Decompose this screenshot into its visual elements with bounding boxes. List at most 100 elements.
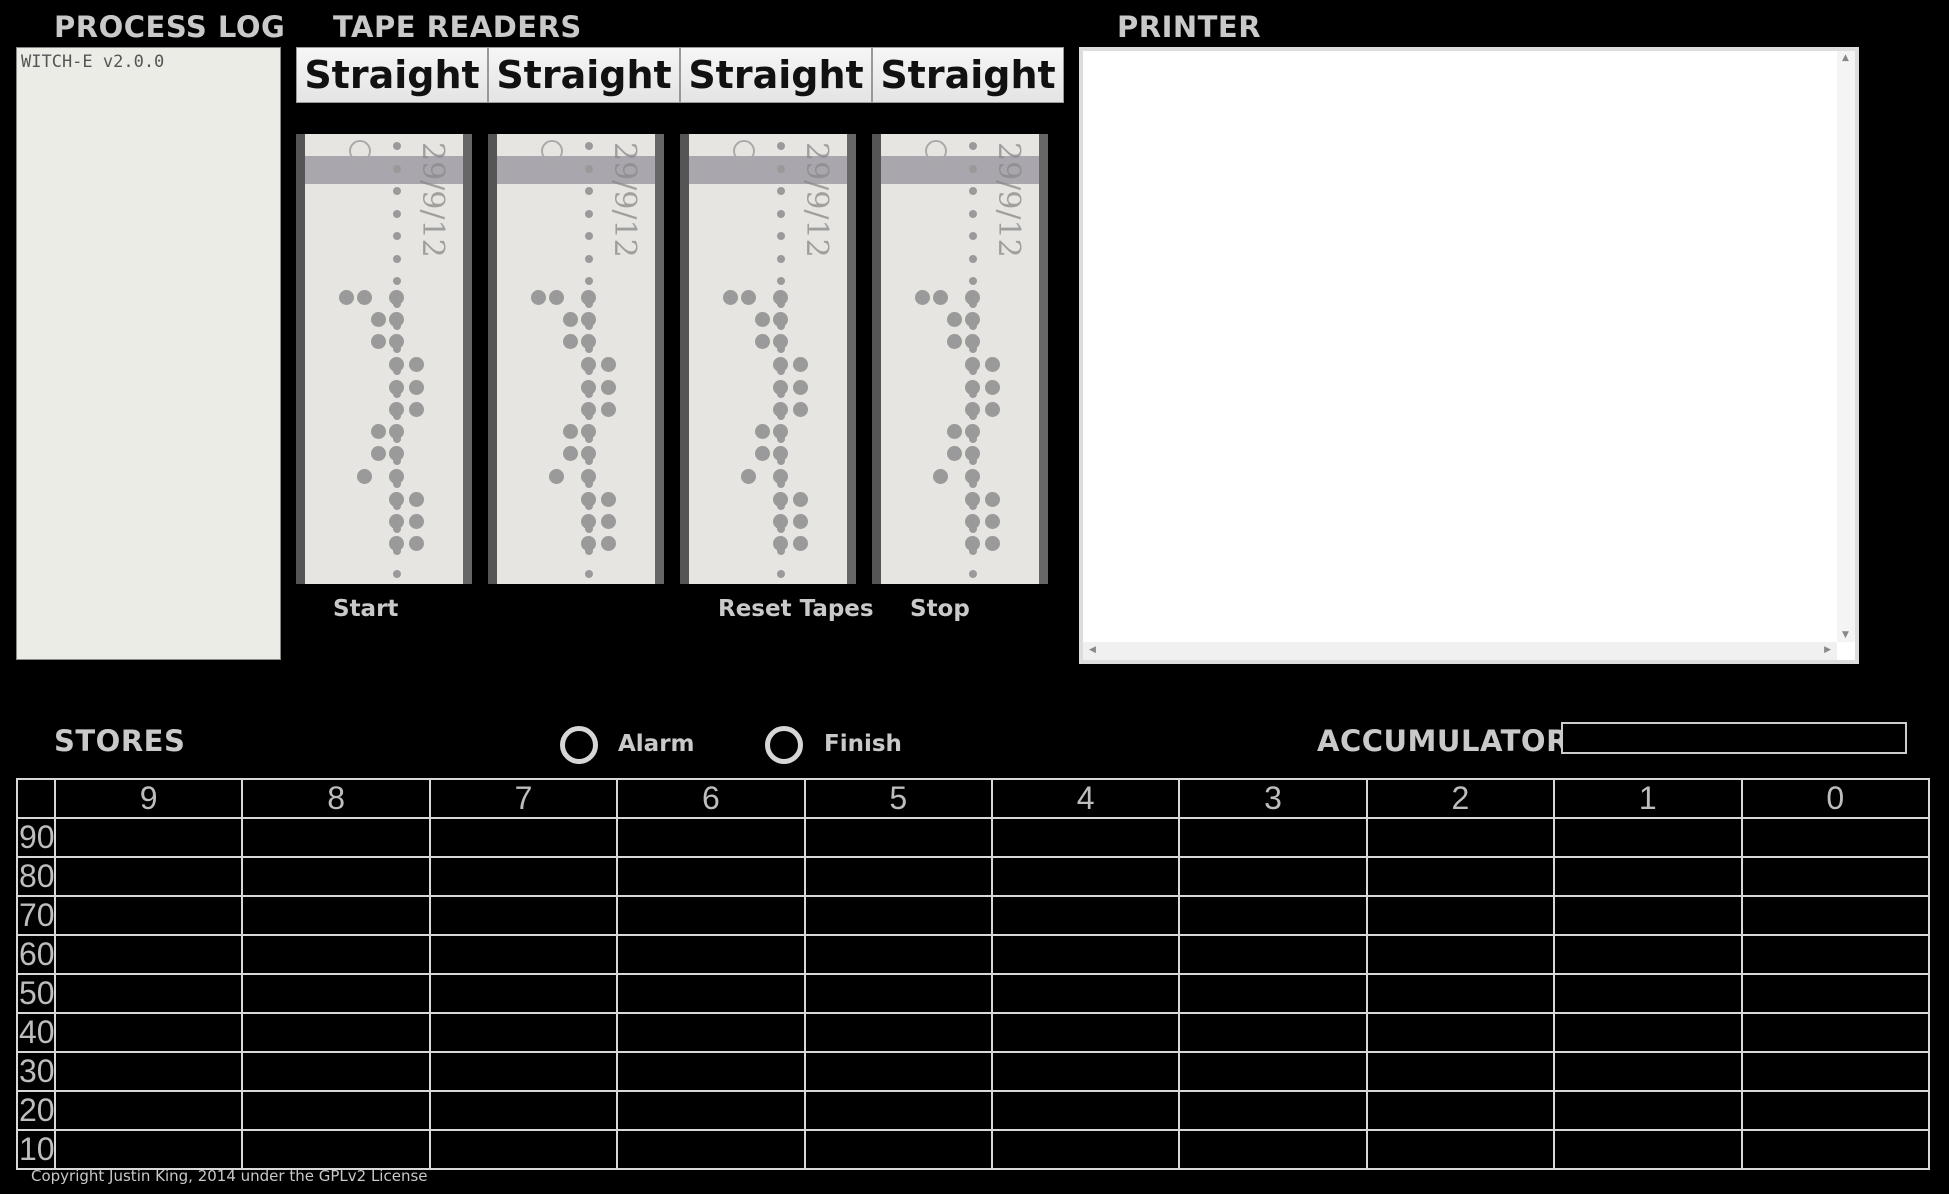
sprocket-hole [393,254,401,263]
sprocket-hole [777,232,785,240]
punched-hole [389,334,404,349]
punched-hole [409,536,424,551]
sprocket-hole [777,164,785,173]
sprocket-hole [585,142,593,150]
printer-vertical-scrollbar[interactable]: ▲ ▼ [1837,51,1855,642]
store-cell [1740,817,1931,858]
store-cell [616,895,806,936]
punched-hole [933,290,948,305]
printer-output[interactable]: ▲ ▼ ◀ ▶ [1079,47,1859,664]
punched-hole [773,514,788,529]
store-cell [1365,1090,1556,1131]
reset-tapes-button[interactable]: Reset Tapes [718,596,874,622]
punched-hole [581,424,596,439]
store-row: 40 [16,1012,1931,1053]
punched-hole [793,492,808,507]
punched-hole [601,380,616,395]
tape-reader-4-mode-button[interactable]: Straight [872,47,1064,103]
start-button[interactable]: Start [333,596,398,622]
store-cell [990,1012,1181,1053]
store-cell [1178,973,1368,1014]
row-header: 30 [16,1051,56,1092]
sprocket-hole [393,164,401,173]
stores-heading: STORES [54,724,186,758]
tape-strip: 29/9/12 [488,134,664,584]
punched-hole [371,334,386,349]
punched-hole [389,446,404,461]
store-cell [1365,1129,1556,1170]
punched-hole [965,312,980,327]
punched-hole [915,290,930,305]
punched-hole [409,492,424,507]
punched-hole [371,424,386,439]
scroll-left-arrow-icon[interactable]: ◀ [1089,645,1096,655]
punched-hole [549,469,564,484]
column-header: 0 [1740,778,1931,819]
punched-hole [357,469,372,484]
store-cell [803,934,993,975]
scroll-up-arrow-icon[interactable]: ▲ [1842,53,1849,63]
tape-handwritten-mark: 29/9/12 [799,142,834,258]
tape-reader-3-mode-button[interactable]: Straight [680,47,872,103]
store-cell [53,856,244,897]
store-cell [616,856,806,897]
stores-grid: 9876543210 90 80 70 60 50 40 30 20 10 [16,778,1931,1170]
punched-hole [985,402,1000,417]
store-cell [428,817,619,858]
punched-hole [773,357,788,372]
store-cell [53,973,244,1014]
store-cell [1740,1129,1931,1170]
store-cell [1178,1051,1368,1092]
sprocket-hole [969,277,977,285]
scroll-down-arrow-icon[interactable]: ▼ [1842,630,1849,640]
row-header: 90 [16,817,56,858]
punched-hole [773,402,788,417]
tape-reader-1-mode-button[interactable]: Straight [296,47,488,103]
row-header: 70 [16,895,56,936]
punched-hole [965,290,980,305]
store-row: 50 [16,973,1931,1014]
store-row: 60 [16,934,1931,975]
process-log-textarea[interactable]: WITCH-E v2.0.0 [16,47,281,660]
tape-handwritten-mark: 29/9/12 [607,142,642,258]
stop-button[interactable]: Stop [910,596,970,622]
store-cell [1365,973,1556,1014]
punched-hole [965,469,980,484]
store-cell [616,1090,806,1131]
column-header: 4 [990,778,1181,819]
store-cell [616,1012,806,1053]
punched-hole [773,446,788,461]
store-cell [990,973,1181,1014]
sprocket-hole [969,142,977,150]
tape-handwritten-mark: 29/9/12 [991,142,1026,258]
punched-hole [755,334,770,349]
store-row: 70 [16,895,1931,936]
punched-hole [581,357,596,372]
store-row: 80 [16,856,1931,897]
store-cell [241,1051,431,1092]
accumulator-field [1561,722,1907,754]
punched-hole [947,424,962,439]
store-cell [990,895,1181,936]
process-log-heading: PROCESS LOG [54,10,286,44]
row-header: 20 [16,1090,56,1131]
tape-start-mark-icon [733,140,755,162]
tape-start-mark-icon [349,140,371,162]
store-cell [990,856,1181,897]
printer-horizontal-scrollbar[interactable]: ◀ ▶ [1083,642,1837,660]
punched-hole [773,492,788,507]
punched-hole [965,424,980,439]
tape-reader-2-mode-button[interactable]: Straight [488,47,680,103]
column-header: 8 [241,778,431,819]
punched-hole [773,312,788,327]
punched-hole [581,469,596,484]
grid-corner-cell [16,778,56,819]
store-cell [1553,973,1743,1014]
store-cell [53,1051,244,1092]
scroll-right-arrow-icon[interactable]: ▶ [1824,645,1831,655]
punched-hole [965,492,980,507]
punched-hole [601,492,616,507]
sprocket-hole [969,164,977,173]
store-cell [1740,973,1931,1014]
sprocket-hole [969,569,977,578]
